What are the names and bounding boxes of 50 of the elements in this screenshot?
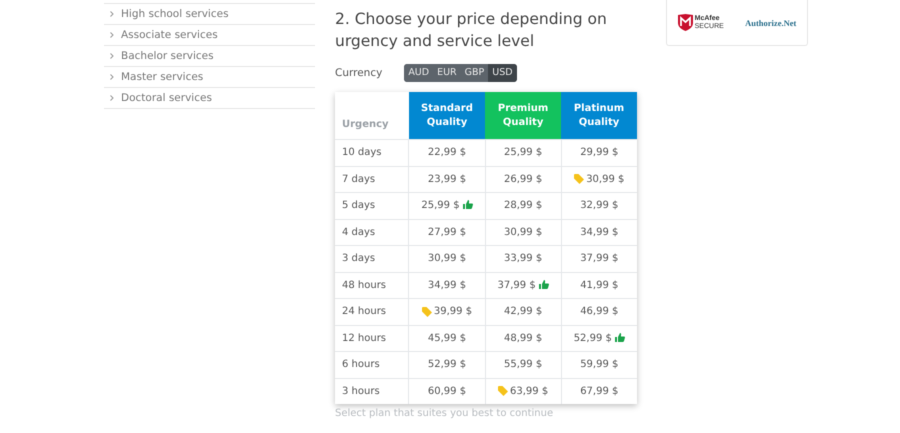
column-header: Standard Quality (408, 92, 486, 140)
currency-button[interactable]: USD (488, 64, 517, 82)
price-cell[interactable]: 25,99 $ (408, 192, 486, 219)
chevron-icon (110, 53, 114, 59)
column-header: Premium Quality (485, 92, 562, 140)
price-cell[interactable]: 37,99 $ (485, 272, 562, 298)
sidebar-item[interactable]: Associate services (104, 25, 315, 46)
price-cell[interactable]: 52,99 $ (408, 352, 486, 378)
section-heading: 2. Choose your price depending on urgency and service level (335, 9, 608, 52)
column-header: Platinum Quality (561, 92, 637, 140)
urgency-cell: 5 days (335, 192, 409, 219)
sidebar-item[interactable]: Bachelor services (104, 46, 315, 67)
urgency-cell: 48 hours (335, 272, 409, 298)
urgency-cell: 7 days (335, 166, 409, 192)
urgency-cell: 24 hours (335, 298, 409, 325)
price-cell[interactable]: 30,99 $ (408, 246, 486, 272)
shield-icon (678, 14, 693, 31)
sidebar-item[interactable]: Doctoral services (104, 88, 315, 109)
urgency-cell: 10 days (335, 140, 409, 166)
urgency-cell: 3 days (335, 246, 409, 272)
price-cell[interactable]: 30,99 $ (485, 219, 562, 246)
column-header: Urgency (335, 92, 409, 140)
urgency-cell: 6 hours (335, 352, 409, 378)
chevron-icon (110, 74, 114, 80)
price-cell[interactable]: 67,99 $ (561, 378, 637, 404)
chevron-icon (110, 32, 114, 38)
urgency-cell: 12 hours (335, 325, 409, 352)
price-cell[interactable]: 26,99 $ (485, 166, 562, 192)
sidebar-item[interactable]: Master services (104, 67, 315, 88)
price-cell[interactable]: 39,99 $ (408, 298, 486, 325)
price-cell[interactable]: 42,99 $ (485, 298, 562, 325)
price-cell[interactable]: 55,99 $ (485, 352, 562, 378)
hint-text: Select plan that suites you best to continue (335, 408, 554, 419)
price-cell[interactable]: 45,99 $ (408, 325, 486, 352)
currency-label: Currency (335, 67, 382, 79)
price-cell[interactable]: 25,99 $ (485, 140, 562, 166)
price-cell[interactable]: 33,99 $ (485, 246, 562, 272)
price-cell[interactable]: 22,99 $ (408, 140, 486, 166)
price-cell[interactable]: 23,99 $ (408, 166, 486, 192)
urgency-cell: 3 hours (335, 378, 409, 404)
sidebar-item[interactable]: High school services (104, 4, 315, 25)
price-cell[interactable]: 34,99 $ (408, 272, 486, 298)
price-cell[interactable]: 28,99 $ (485, 192, 562, 219)
price-cell[interactable]: 27,99 $ (408, 219, 486, 246)
price-cell[interactable]: 29,99 $ (561, 140, 637, 166)
authorize-logo-text: Authorize.Net (745, 18, 796, 28)
urgency-cell: 4 days (335, 219, 409, 246)
price-cell[interactable]: 48,99 $ (485, 325, 562, 352)
chevron-icon (110, 11, 114, 17)
chevron-icon (110, 95, 114, 101)
